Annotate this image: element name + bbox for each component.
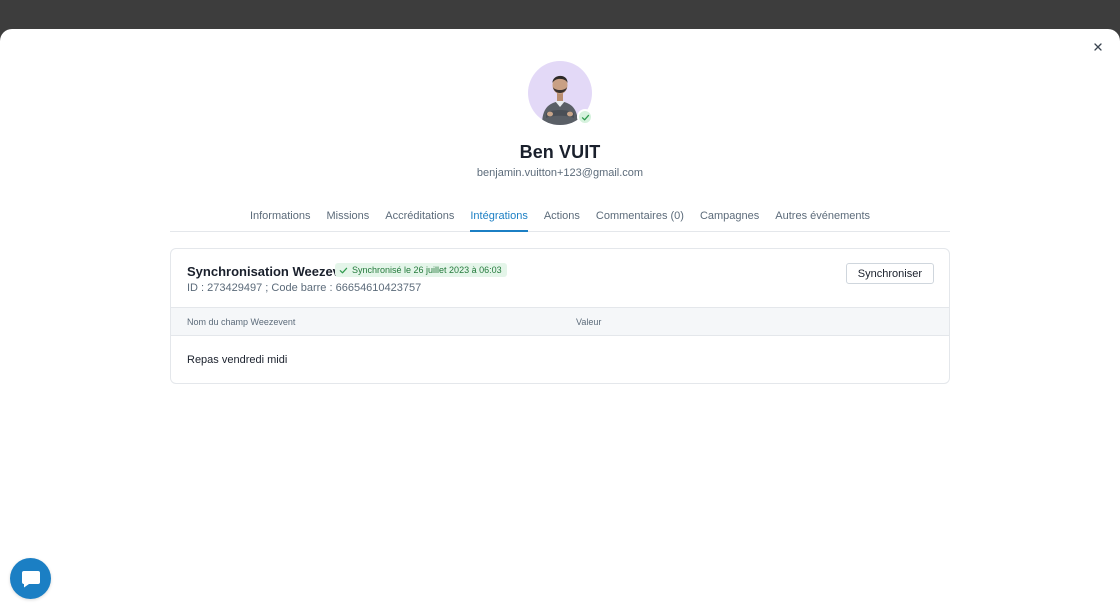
integration-card: Synchronisation Weezevent Synchronisé le… [170, 248, 950, 384]
status-text: Synchronisé le 26 juillet 2023 à 06:03 [352, 265, 502, 275]
tab-commentaires[interactable]: Commentaires (0) [596, 201, 684, 232]
profile-email: benjamin.vuitton+123@gmail.com [476, 167, 644, 179]
close-button[interactable] [1090, 39, 1106, 55]
status-badge: Synchronisé le 26 juillet 2023 à 06:03 [335, 263, 507, 277]
synchronize-button[interactable]: Synchroniser [845, 263, 934, 284]
integration-card-header: Synchronisation Weezevent Synchronisé le… [171, 249, 949, 307]
tab-actions[interactable]: Actions [544, 201, 580, 232]
profile-name: Ben VUIT [519, 142, 601, 162]
profile-modal: Ben VUIT benjamin.vuitton+123@gmail.com … [0, 29, 1120, 609]
tab-accreditations[interactable]: Accréditations [385, 201, 454, 232]
chat-bubble-icon [21, 570, 40, 587]
profile-tabs: Informations Missions Accréditations Int… [170, 201, 950, 232]
avatar-container [528, 61, 593, 125]
field-name-cell: Repas vendredi midi [187, 354, 288, 366]
tab-campagnes[interactable]: Campagnes [700, 201, 759, 232]
check-icon [339, 267, 348, 273]
check-icon [581, 114, 589, 120]
tab-autres-evenements[interactable]: Autres événements [775, 201, 870, 232]
tab-missions[interactable]: Missions [326, 201, 369, 232]
column-header-value: Valeur [576, 317, 602, 327]
tab-informations[interactable]: Informations [250, 201, 311, 232]
close-icon [1094, 43, 1102, 51]
integration-identifiers: ID : 273429497 ; Code barre : 6665461042… [187, 282, 422, 294]
column-header-field-name: Nom du champ Weezevent [187, 317, 296, 327]
integration-title: Synchronisation Weezevent [187, 264, 360, 279]
verified-badge [577, 109, 593, 125]
tab-integrations[interactable]: Intégrations [470, 201, 528, 232]
table-header: Nom du champ Weezevent Valeur [171, 307, 949, 336]
chat-launcher-button[interactable] [10, 558, 51, 599]
table-row: Repas vendredi midi [171, 336, 949, 383]
